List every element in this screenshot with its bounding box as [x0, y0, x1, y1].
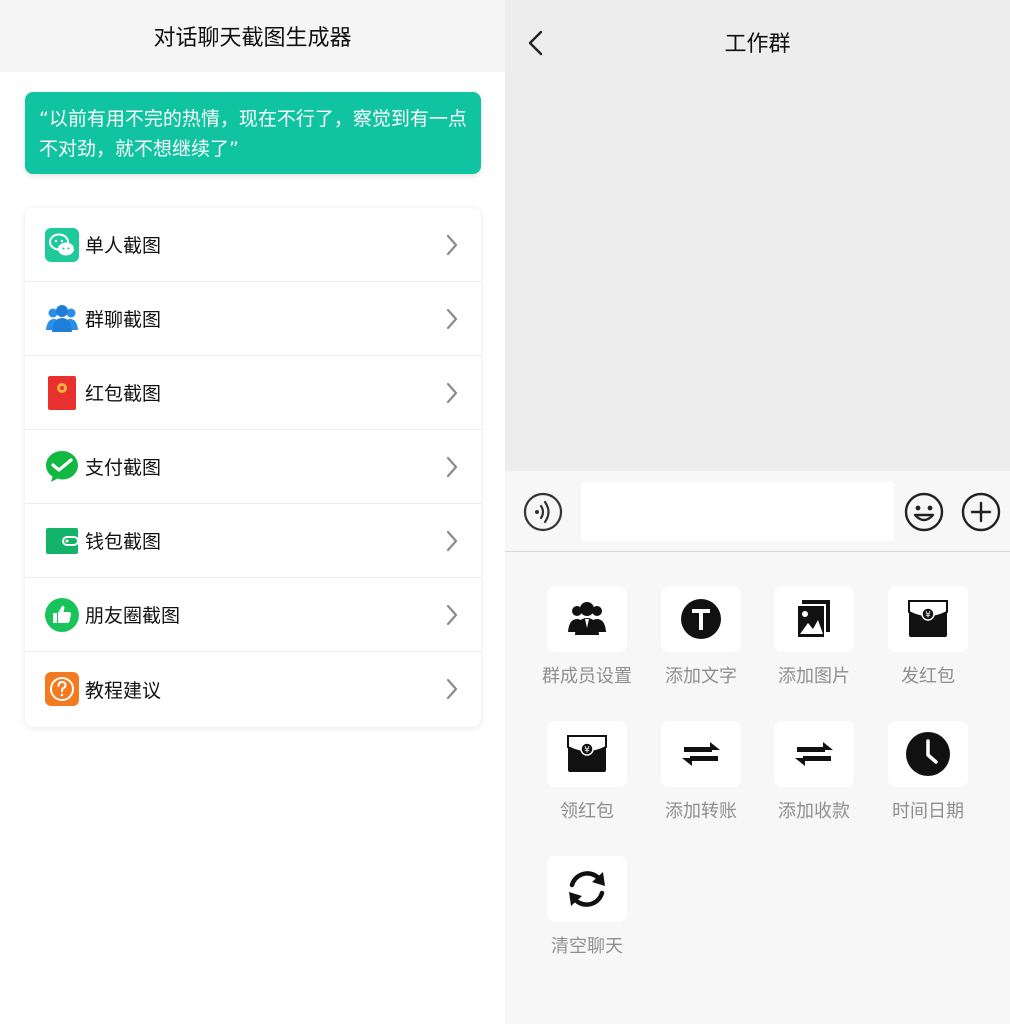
chat-preview-panel: 工作群 群成员设置 添加文字 添加图片 ¥ 发红包 ¥ 领红包 添加转账 添加收… [505, 0, 1010, 1024]
menu-item-tutorial[interactable]: 教程建议 [25, 652, 481, 726]
svg-text:¥: ¥ [584, 746, 590, 756]
chevron-right-icon [446, 604, 458, 626]
chevron-right-icon [446, 456, 458, 478]
thumbs-up-icon [45, 597, 79, 632]
menu-item-label: 教程建议 [85, 679, 162, 702]
menu-item-red-packet[interactable]: 红包截图 [25, 356, 481, 430]
chevron-right-icon [446, 678, 458, 700]
tool-label: 添加图片 [778, 666, 850, 687]
menu-item-single-chat[interactable]: 单人截图 [25, 208, 481, 282]
tool-send-red-packet[interactable]: ¥ 发红包 [873, 586, 983, 688]
tool-receive-red-packet[interactable]: ¥ 领红包 [532, 721, 642, 823]
tool-label: 添加文字 [665, 666, 737, 687]
tool-icon-box [661, 721, 741, 787]
chevron-right-icon [446, 382, 458, 404]
chat-title: 工作群 [724, 32, 791, 57]
tools-panel: 群成员设置 添加文字 添加图片 ¥ 发红包 ¥ 领红包 添加转账 添加收款 时间… [505, 552, 1010, 1024]
receive-red-packet-icon: ¥ [567, 735, 607, 772]
tool-icon-box [661, 586, 741, 652]
group-icon [45, 302, 79, 336]
refresh-icon [569, 871, 605, 907]
menu-item-label: 朋友圈截图 [85, 605, 181, 627]
back-arrow-icon[interactable] [525, 30, 547, 56]
tool-label: 发红包 [901, 666, 955, 687]
tool-add-receipt[interactable]: 添加收款 [759, 721, 869, 823]
receive-payment-icon [795, 742, 833, 766]
tool-label: 添加收款 [778, 801, 850, 822]
message-input[interactable] [581, 482, 894, 541]
svg-text:¥: ¥ [925, 611, 931, 621]
menu-item-label: 群聊截图 [85, 309, 162, 331]
tool-label: 群成员设置 [542, 666, 632, 687]
wechat-icon [45, 227, 79, 262]
tool-icon-box [888, 721, 968, 787]
menu-item-wallet[interactable]: 钱包截图 [25, 504, 481, 578]
tool-label: 添加转账 [665, 801, 737, 822]
chat-message-area [505, 84, 1010, 471]
menu-item-label: 单人截图 [85, 235, 162, 257]
tool-group-members[interactable]: 群成员设置 [532, 586, 642, 688]
page-title: 对话聊天截图生成器 [0, 0, 505, 72]
chevron-right-icon [446, 308, 458, 330]
chevron-right-icon [446, 530, 458, 552]
chat-header: 工作群 [505, 0, 1010, 84]
menu-item-label: 钱包截图 [85, 531, 162, 553]
text-t-icon [681, 599, 721, 639]
voice-icon[interactable] [523, 492, 563, 532]
tool-icon-box [547, 856, 627, 922]
group-members-icon [568, 602, 606, 635]
chevron-right-icon [446, 234, 458, 256]
tool-add-transfer[interactable]: 添加转账 [646, 721, 756, 823]
tool-icon-box: ¥ [547, 721, 627, 787]
question-icon [45, 672, 79, 706]
tool-add-image[interactable]: 添加图片 [759, 586, 869, 688]
tool-label: 清空聊天 [551, 936, 623, 957]
image-icon [796, 600, 830, 639]
emoji-icon[interactable] [904, 492, 944, 532]
menu-item-payment[interactable]: 支付截图 [25, 430, 481, 504]
menu-item-group-chat[interactable]: 群聊截图 [25, 282, 481, 356]
tool-icon-box: ¥ [888, 586, 968, 652]
menu-item-moments[interactable]: 朋友圈截图 [25, 578, 481, 652]
menu-list: 单人截图 群聊截图 红包截图 支付截图 钱包截图 朋友圈截图 教程建议 [25, 208, 481, 727]
tool-label: 时间日期 [892, 801, 964, 822]
left-panel: 对话聊天截图生成器 “以前有用不完的热情，现在不行了，察觉到有一点不对劲，就不想… [0, 0, 505, 1024]
tool-clear-chat[interactable]: 清空聊天 [532, 856, 642, 958]
chat-input-bar [505, 471, 1010, 552]
tool-icon-box [774, 721, 854, 787]
payment-check-icon [45, 450, 79, 484]
wallet-icon [45, 524, 79, 558]
quote-banner: “以前有用不完的热情，现在不行了，察觉到有一点不对劲，就不想继续了” [25, 92, 481, 174]
tool-time-date[interactable]: 时间日期 [873, 721, 983, 823]
tool-icon-box [547, 586, 627, 652]
clock-icon [906, 732, 950, 776]
tool-label: 领红包 [560, 801, 614, 822]
transfer-icon [682, 742, 720, 766]
menu-item-label: 红包截图 [85, 383, 162, 405]
plus-circle-icon[interactable] [961, 492, 1001, 532]
menu-item-label: 支付截图 [85, 457, 162, 479]
red-packet-icon [45, 375, 79, 410]
tool-icon-box [774, 586, 854, 652]
tool-add-text[interactable]: 添加文字 [646, 586, 756, 688]
send-red-packet-icon: ¥ [908, 600, 948, 637]
